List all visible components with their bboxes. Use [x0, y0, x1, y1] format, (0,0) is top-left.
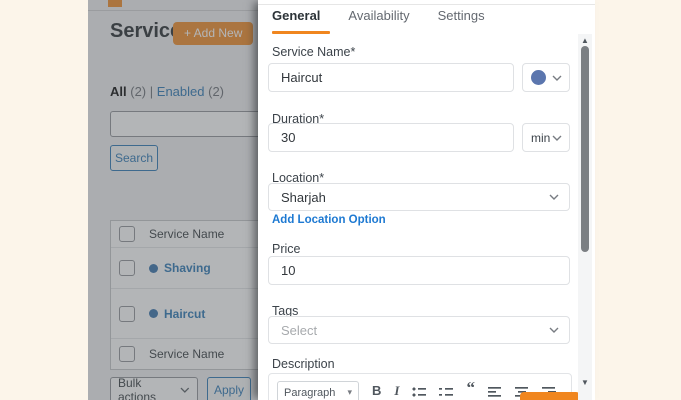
location-select[interactable]: Sharjah	[268, 183, 570, 211]
location-value: Sharjah	[281, 190, 326, 205]
modal-tabs: General Availability Settings	[272, 8, 485, 23]
active-tab-indicator	[272, 31, 330, 34]
tab-availability[interactable]: Availability	[348, 8, 409, 23]
paragraph-style-dropdown[interactable]: Paragraph ▾	[277, 381, 359, 400]
bullet-list-icon[interactable]	[412, 386, 426, 397]
price-input[interactable]	[268, 256, 570, 285]
duration-unit-dropdown[interactable]: min	[522, 123, 570, 152]
tab-general[interactable]: General	[272, 8, 320, 23]
description-label: Description	[272, 357, 335, 371]
tags-placeholder: Select	[281, 323, 317, 338]
screenshot-stage: Services + Add New All (2) | Enabled (2)…	[0, 0, 681, 400]
blockquote-icon[interactable]: “	[466, 381, 475, 395]
italic-button[interactable]: I	[394, 381, 399, 400]
chevron-down-icon	[552, 75, 562, 81]
caret-down-icon: ▾	[347, 388, 352, 397]
modal-scrollbar[interactable]: ▲ ▼	[578, 34, 592, 400]
scrollbar-thumb[interactable]	[581, 46, 589, 252]
duration-unit-value: min	[531, 131, 550, 145]
price-label: Price	[272, 242, 300, 256]
chevron-down-icon	[552, 135, 562, 141]
save-button[interactable]	[520, 392, 580, 400]
bold-button[interactable]: B	[372, 381, 381, 400]
scrollbar-up-arrow-icon[interactable]: ▲	[578, 36, 592, 46]
service-name-label: Service Name*	[272, 45, 355, 59]
chevron-down-icon	[549, 327, 559, 333]
tab-settings[interactable]: Settings	[438, 8, 485, 23]
duration-input[interactable]	[268, 123, 514, 152]
chevron-down-icon	[549, 194, 559, 200]
scrollbar-down-arrow-icon[interactable]: ▼	[578, 378, 592, 388]
service-edit-modal: General Availability Settings Service Na…	[258, 0, 595, 400]
modal-header-strip	[258, 0, 595, 5]
align-left-icon[interactable]	[488, 386, 502, 397]
tags-select[interactable]: Select	[268, 316, 570, 344]
color-swatch-icon	[531, 70, 546, 85]
add-location-option-link[interactable]: Add Location Option	[272, 214, 386, 226]
paragraph-style-value: Paragraph	[284, 387, 335, 399]
color-picker-dropdown[interactable]	[522, 63, 570, 92]
numbered-list-icon[interactable]	[439, 386, 453, 397]
service-name-input[interactable]	[268, 63, 514, 92]
